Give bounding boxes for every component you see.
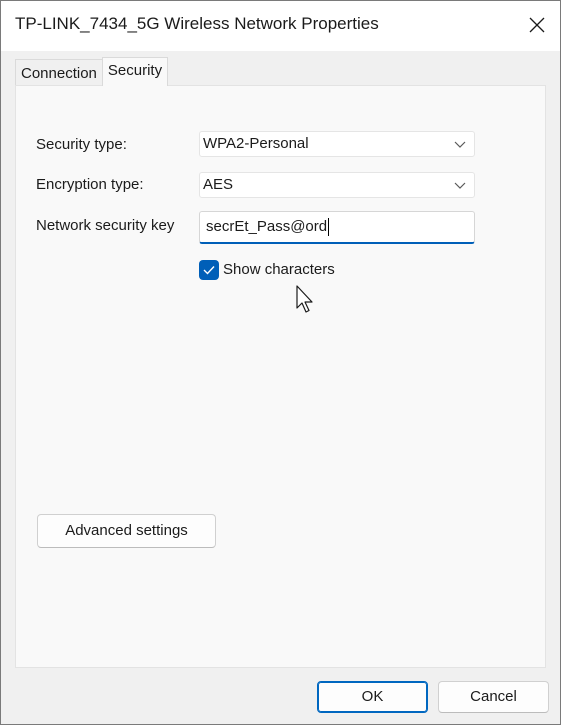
network-properties-dialog: TP-LINK_7434_5G Wireless Network Propert… bbox=[0, 0, 561, 725]
security-type-label: Security type: bbox=[36, 136, 127, 153]
chevron-down-icon bbox=[454, 141, 466, 148]
security-type-value: WPA2-Personal bbox=[203, 135, 309, 152]
network-security-key-value: secrEt_Pass@ord bbox=[206, 218, 328, 235]
text-caret bbox=[328, 218, 330, 236]
advanced-settings-button[interactable]: Advanced settings bbox=[37, 514, 216, 548]
close-button[interactable] bbox=[514, 1, 560, 49]
window-title: TP-LINK_7434_5G Wireless Network Propert… bbox=[15, 14, 379, 33]
security-type-dropdown[interactable]: WPA2-Personal bbox=[199, 131, 475, 157]
encryption-type-value: AES bbox=[203, 176, 234, 193]
tab-security[interactable]: Security bbox=[101, 57, 169, 86]
title-bar[interactable]: TP-LINK_7434_5G Wireless Network Propert… bbox=[1, 1, 560, 51]
network-security-key-label: Network security key bbox=[36, 217, 175, 234]
encryption-type-dropdown[interactable]: AES bbox=[199, 172, 475, 198]
tab-connection[interactable]: Connection bbox=[15, 59, 102, 85]
checkmark-icon bbox=[203, 266, 215, 275]
mouse-pointer-icon bbox=[296, 285, 313, 313]
network-security-key-input[interactable]: secrEt_Pass@ord bbox=[199, 211, 475, 244]
tab-strip: Connection Security bbox=[15, 57, 169, 86]
close-icon bbox=[529, 17, 545, 33]
encryption-type-label: Encryption type: bbox=[36, 176, 144, 193]
show-characters-label[interactable]: Show characters bbox=[223, 261, 335, 278]
ok-button[interactable]: OK bbox=[317, 681, 428, 713]
cancel-button[interactable]: Cancel bbox=[438, 681, 549, 713]
chevron-down-icon bbox=[454, 182, 466, 189]
show-characters-checkbox[interactable] bbox=[199, 260, 219, 280]
